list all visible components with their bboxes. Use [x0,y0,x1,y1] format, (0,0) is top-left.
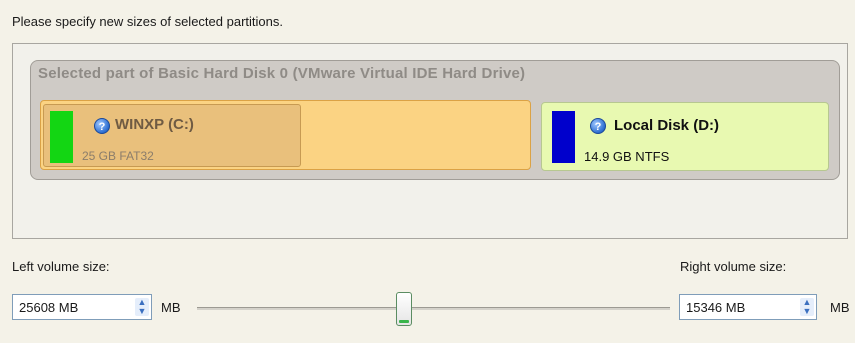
disk-title: Selected part of Basic Hard Disk 0 (VMwa… [38,65,526,82]
partition-d-label: Local Disk (D:) [614,117,720,134]
left-volume-input[interactable]: 25608 MB ▲ ▼ [12,294,152,320]
partition-c-label: WINXP (C:) [115,116,194,133]
partition-d-detail: 14.9 GB NTFS [584,149,670,164]
help-icon[interactable]: ? [590,118,606,134]
volume-slider-track[interactable] [197,307,670,310]
partition-d-color-swatch [552,111,575,163]
left-volume-value: 25608 MB [19,300,79,315]
left-unit-label: MB [161,300,181,315]
right-volume-label: Right volume size: [680,259,787,274]
right-volume-value: 15346 MB [686,300,746,315]
help-icon[interactable]: ? [94,118,110,134]
right-unit-label: MB [830,300,850,315]
instruction-text: Please specify new sizes of selected par… [12,14,283,29]
right-volume-input[interactable]: 15346 MB ▲ ▼ [679,294,817,320]
partition-c-color-swatch [50,111,73,163]
spin-updown-icon[interactable]: ▲ ▼ [135,298,149,316]
slider-thumb[interactable] [396,292,412,326]
partition-c-detail: 25 GB FAT32 [82,149,154,163]
left-volume-label: Left volume size: [12,259,110,274]
spin-updown-icon[interactable]: ▲ ▼ [800,298,814,316]
